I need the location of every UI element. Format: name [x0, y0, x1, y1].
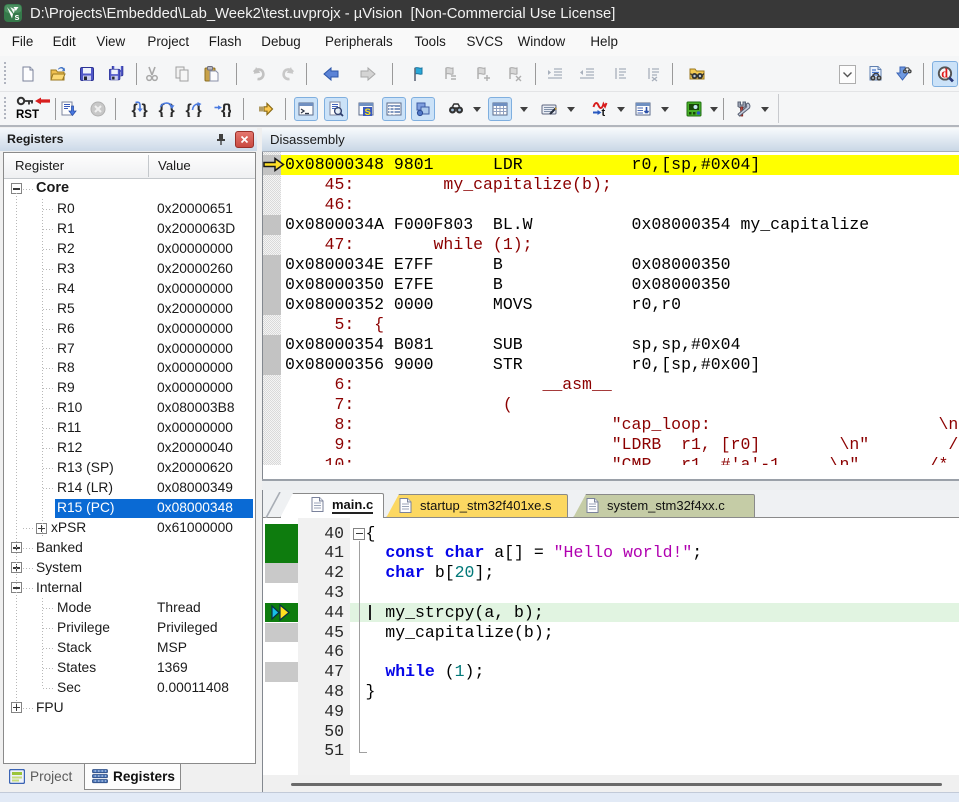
svg-text:s: s [14, 12, 19, 22]
svg-text:S: S [365, 107, 371, 117]
svg-text:d: d [941, 66, 948, 80]
svg-text:{: { [131, 102, 137, 117]
svg-text:t: t [601, 107, 605, 117]
svg-text:RST: RST [16, 109, 39, 121]
svg-text:}: } [141, 102, 147, 117]
svg-text:}: } [226, 102, 231, 117]
svg-text:{: { [185, 102, 191, 117]
